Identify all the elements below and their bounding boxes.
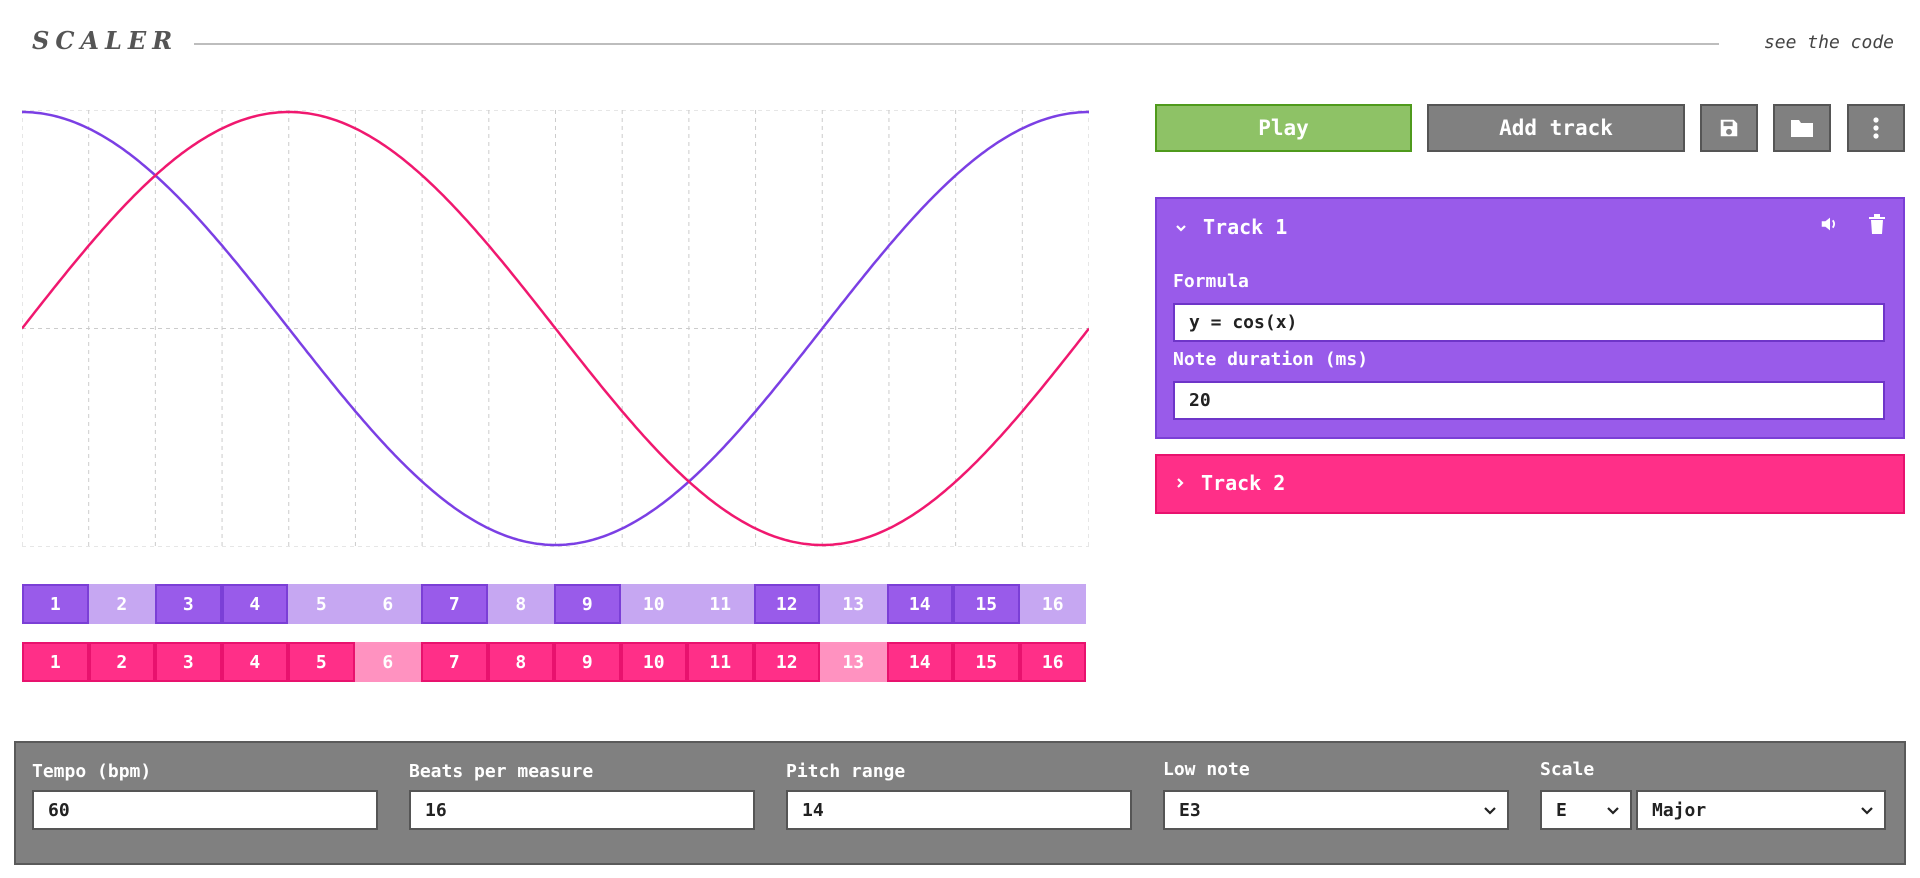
pitch-range-input[interactable]: 14 bbox=[786, 790, 1132, 830]
track-1-pad[interactable]: 6 bbox=[354, 584, 421, 624]
app-header: SCALER see the code bbox=[0, 0, 1920, 85]
track-1-pad[interactable]: 10 bbox=[620, 584, 687, 624]
low-note-select[interactable]: E3 bbox=[1163, 790, 1509, 830]
track-1-pad[interactable]: 8 bbox=[487, 584, 554, 624]
volume-icon[interactable] bbox=[1819, 213, 1841, 239]
track-2-pad[interactable]: 9 bbox=[554, 642, 621, 682]
beats-label: Beats per measure bbox=[409, 761, 594, 782]
track-2-title: Track 2 bbox=[1201, 471, 1286, 495]
scale-mode-select[interactable]: Major bbox=[1636, 790, 1886, 830]
low-note-label: Low note bbox=[1163, 759, 1250, 780]
scale-group: Scale E Major bbox=[1540, 759, 1886, 830]
low-note-value: E3 bbox=[1179, 799, 1201, 821]
pitch-range-label: Pitch range bbox=[786, 761, 906, 782]
track-2-pad[interactable]: 12 bbox=[753, 642, 820, 682]
track-2-pad[interactable]: 15 bbox=[953, 642, 1020, 682]
note-duration-label: Note duration (ms) bbox=[1173, 349, 1369, 370]
formula-label: Formula bbox=[1173, 271, 1249, 292]
save-icon bbox=[1720, 119, 1738, 137]
track-2-pad[interactable]: 1 bbox=[22, 642, 89, 682]
scale-mode-value: Major bbox=[1652, 799, 1707, 821]
scale-root-value: E bbox=[1556, 799, 1567, 821]
chevron-down-icon bbox=[1175, 218, 1187, 237]
tempo-label: Tempo (bpm) bbox=[32, 761, 152, 782]
play-button[interactable]: Play bbox=[1155, 104, 1412, 152]
track-1-pad[interactable]: 3 bbox=[155, 584, 222, 624]
beats-input[interactable]: 16 bbox=[409, 790, 755, 830]
chevron-down-icon bbox=[1483, 801, 1497, 820]
formula-input[interactable]: y = cos(x) bbox=[1173, 303, 1885, 342]
track-1-pad[interactable]: 14 bbox=[886, 584, 953, 624]
track-2-pad[interactable]: 5 bbox=[288, 642, 355, 682]
track-1-pad[interactable]: 11 bbox=[687, 584, 754, 624]
track-2-pad[interactable]: 11 bbox=[687, 642, 754, 682]
track-1-header[interactable]: Track 1 bbox=[1175, 215, 1287, 239]
track-1-pad[interactable]: 1 bbox=[22, 584, 89, 624]
track-2-pad[interactable]: 6 bbox=[354, 642, 421, 682]
track-2-pad[interactable]: 4 bbox=[221, 642, 288, 682]
track-1-pad[interactable]: 7 bbox=[421, 584, 488, 624]
track-1-pad[interactable]: 16 bbox=[1019, 584, 1086, 624]
track-2-header[interactable]: Track 2 bbox=[1175, 471, 1285, 495]
scale-label: Scale bbox=[1540, 759, 1595, 780]
note-duration-input[interactable]: 20 bbox=[1173, 381, 1885, 420]
track-1-pad[interactable]: 5 bbox=[288, 584, 355, 624]
track-2-pad[interactable]: 2 bbox=[88, 642, 155, 682]
tempo-group: Tempo (bpm) 60 bbox=[32, 761, 378, 830]
chevron-down-icon bbox=[1606, 801, 1620, 820]
more-vertical-icon bbox=[1873, 117, 1879, 139]
header-divider bbox=[194, 43, 1719, 45]
folder-icon bbox=[1791, 120, 1813, 137]
chevron-down-icon bbox=[1860, 801, 1874, 820]
trash-icon[interactable] bbox=[1867, 213, 1887, 239]
track-2-pad[interactable]: 10 bbox=[620, 642, 687, 682]
track-2-pad[interactable]: 13 bbox=[820, 642, 887, 682]
track-1-pad[interactable]: 12 bbox=[753, 584, 820, 624]
track-2-panel: Track 2 bbox=[1155, 454, 1905, 514]
track-2-pad[interactable]: 16 bbox=[1019, 642, 1086, 682]
tempo-input[interactable]: 60 bbox=[32, 790, 378, 830]
scale-root-select[interactable]: E bbox=[1540, 790, 1632, 830]
save-button[interactable] bbox=[1700, 104, 1758, 152]
track-1-pad-row: 1 2 3 4 5 6 7 8 9 10 11 12 13 14 15 16 bbox=[22, 584, 1086, 624]
add-track-button[interactable]: Add track bbox=[1427, 104, 1685, 152]
open-button[interactable] bbox=[1773, 104, 1831, 152]
track-1-pad[interactable]: 9 bbox=[554, 584, 621, 624]
app-logo: SCALER bbox=[32, 26, 179, 55]
waveform-graph bbox=[22, 110, 1089, 547]
track-2-pad[interactable]: 14 bbox=[886, 642, 953, 682]
track-2-pad[interactable]: 8 bbox=[487, 642, 554, 682]
track-1-panel: Track 1 Formula y = cos(x) Note duration… bbox=[1155, 197, 1905, 439]
beats-group: Beats per measure 16 bbox=[409, 761, 755, 830]
more-menu-button[interactable] bbox=[1847, 104, 1905, 152]
pitch-range-group: Pitch range 14 bbox=[786, 761, 1132, 830]
track-1-pad[interactable]: 13 bbox=[820, 584, 887, 624]
track-2-pad[interactable]: 3 bbox=[155, 642, 222, 682]
low-note-group: Low note E3 bbox=[1163, 759, 1509, 830]
track-2-pad-row: 1 2 3 4 5 6 7 8 9 10 11 12 13 14 15 16 bbox=[22, 642, 1086, 682]
see-code-link[interactable]: see the code bbox=[1764, 32, 1894, 53]
track-2-pad[interactable]: 7 bbox=[421, 642, 488, 682]
track-1-pad[interactable]: 2 bbox=[88, 584, 155, 624]
track-1-title: Track 1 bbox=[1203, 215, 1288, 239]
settings-bar: Tempo (bpm) 60 Beats per measure 16 Pitc… bbox=[14, 741, 1906, 865]
chevron-right-icon bbox=[1175, 474, 1185, 493]
track-1-pad[interactable]: 15 bbox=[953, 584, 1020, 624]
track-1-pad[interactable]: 4 bbox=[221, 584, 288, 624]
